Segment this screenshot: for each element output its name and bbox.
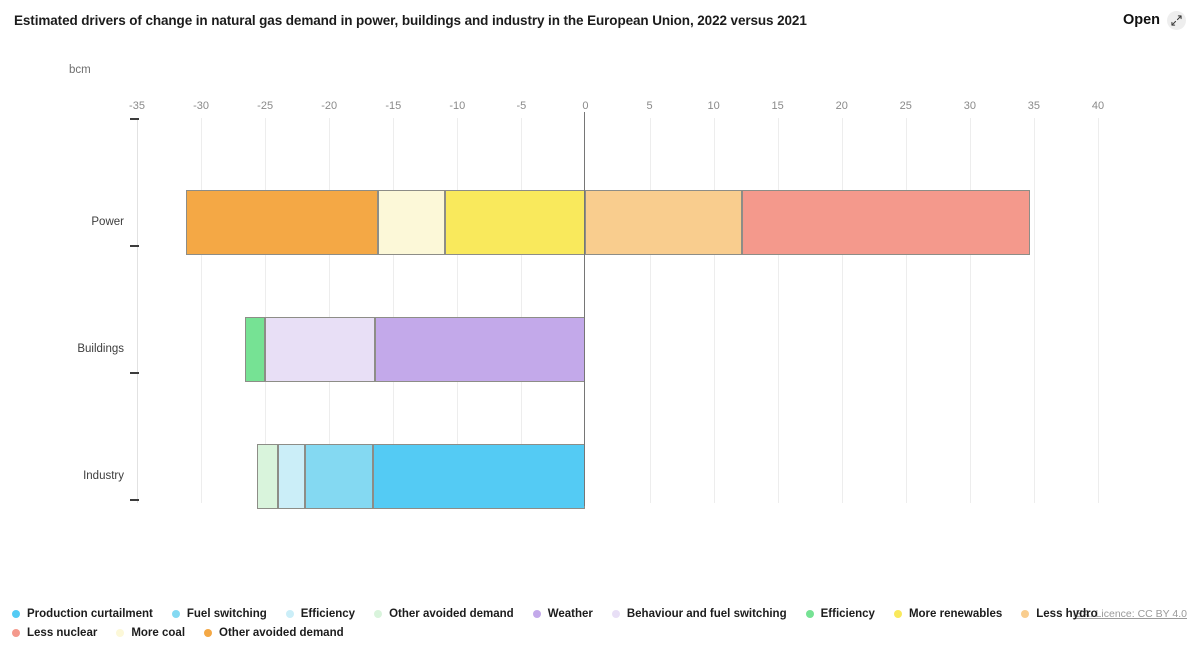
legend-color-swatch	[1021, 610, 1030, 618]
legend-item[interactable]: Weather	[532, 608, 593, 620]
page-title: Estimated drivers of change in natural g…	[14, 12, 807, 28]
x-axis-tick-label: -5	[516, 100, 527, 112]
category-label-buildings: Buildings	[77, 342, 124, 355]
legend-color-swatch	[374, 610, 383, 618]
gridline	[905, 118, 907, 503]
x-axis-tick-label: 10	[707, 100, 720, 112]
bar-segment[interactable]	[185, 190, 378, 255]
legend-item[interactable]: Production curtailment	[12, 608, 153, 620]
y-axis-tick	[130, 118, 139, 120]
legend-label: Less nuclear	[27, 627, 98, 639]
legend-item[interactable]: Other avoided demand	[204, 627, 344, 639]
x-axis-tick-label: 40	[1091, 100, 1105, 112]
legend-color-swatch	[611, 610, 620, 618]
bar-segment[interactable]	[265, 317, 376, 382]
legend-item[interactable]: Efficiency	[285, 608, 356, 620]
x-axis-tick-label: 30	[963, 100, 976, 112]
gridline	[201, 118, 203, 503]
y-axis-unit-label: bcm	[69, 64, 91, 76]
legend-label: Behaviour and fuel switching	[626, 608, 787, 620]
legend-color-swatch	[116, 629, 125, 637]
x-axis-tick-label: -35	[129, 100, 145, 112]
x-axis-tick-label: -15	[385, 100, 402, 112]
x-axis-tick-label: -30	[193, 100, 210, 112]
x-axis-tick-label: 0	[582, 100, 589, 112]
bar-segment[interactable]	[277, 444, 305, 509]
x-axis-tick-label: 35	[1027, 100, 1041, 112]
gridline	[777, 118, 779, 503]
legend-color-swatch	[285, 610, 294, 618]
y-axis-tick	[130, 372, 139, 374]
open-button[interactable]: Open	[1122, 10, 1186, 30]
x-axis-tick-label: 20	[835, 100, 848, 112]
bar-segment[interactable]	[304, 444, 373, 509]
legend-item[interactable]: More renewables	[893, 608, 1003, 620]
legend-label: Fuel switching	[186, 608, 267, 620]
gridline	[1033, 118, 1035, 503]
bar-segment[interactable]	[377, 190, 445, 255]
bar-segment[interactable]	[375, 317, 586, 382]
legend-color-swatch	[12, 610, 20, 618]
bar-segment[interactable]	[257, 444, 278, 509]
legend-label: Less hydro	[1036, 608, 1098, 620]
legend-item[interactable]: Other avoided demand	[374, 608, 514, 620]
legend-color-swatch	[893, 610, 902, 618]
bar-segment[interactable]	[444, 190, 586, 255]
legend-item[interactable]: Behaviour and fuel switching	[611, 608, 787, 620]
chart-header: Estimated drivers of change in natural g…	[0, 0, 1200, 40]
bar-segment[interactable]	[244, 317, 266, 382]
legend-item[interactable]: Less hydro	[1021, 608, 1098, 620]
legend-item[interactable]: Less nuclear	[12, 627, 97, 639]
gridline	[969, 118, 971, 503]
legend-color-swatch	[805, 610, 814, 618]
zero-baseline	[584, 112, 586, 506]
chart-legend: Production curtailment Fuel switching Effi…	[12, 608, 1192, 639]
legend-label: Efficiency	[820, 608, 875, 620]
legend-label: Efficiency	[300, 608, 356, 620]
gridline	[649, 118, 651, 503]
open-button-label: Open	[1122, 12, 1160, 28]
x-axis-tick-label: -10	[449, 100, 466, 112]
y-axis-line	[137, 118, 138, 503]
gridline	[713, 118, 715, 503]
legend-color-swatch	[532, 610, 541, 618]
expand-arrows-icon	[1167, 10, 1186, 30]
legend-label: More coal	[131, 627, 186, 639]
gridline	[841, 118, 843, 503]
x-axis-tick-label: 25	[899, 100, 912, 112]
bar-segment[interactable]	[741, 190, 1031, 255]
x-axis-tick-label: 15	[771, 100, 784, 112]
legend-item[interactable]: Fuel switching	[171, 608, 267, 620]
legend-label: Weather	[547, 608, 593, 620]
bar-segment[interactable]	[372, 444, 586, 509]
legend-item[interactable]: More coal	[116, 627, 185, 639]
legend-color-swatch	[171, 610, 180, 618]
legend-item[interactable]: Efficiency	[805, 608, 875, 620]
chart-plot-area: bcm -35 -30 -25 -20 -15 -10 -5 0 5 10 15 20 25 30 35 40…	[0, 40, 1200, 620]
y-axis-tick	[130, 499, 139, 501]
legend-label: Other avoided demand	[389, 608, 514, 620]
x-axis-tick-label: -20	[321, 100, 338, 112]
legend-label: Production curtailment	[27, 608, 153, 620]
x-axis-tick-label: -25	[257, 100, 274, 112]
legend-color-swatch	[12, 629, 20, 637]
category-label-power: Power	[91, 215, 124, 228]
legend-color-swatch	[204, 629, 213, 637]
x-axis-tick-label: 5	[646, 100, 653, 112]
legend-label: Other avoided demand	[219, 627, 344, 639]
bar-segment[interactable]	[585, 190, 742, 255]
gridline	[1098, 118, 1099, 503]
legend-label: More renewables	[908, 608, 1003, 620]
y-axis-tick	[130, 245, 139, 247]
category-label-industry: Industry	[83, 469, 124, 482]
